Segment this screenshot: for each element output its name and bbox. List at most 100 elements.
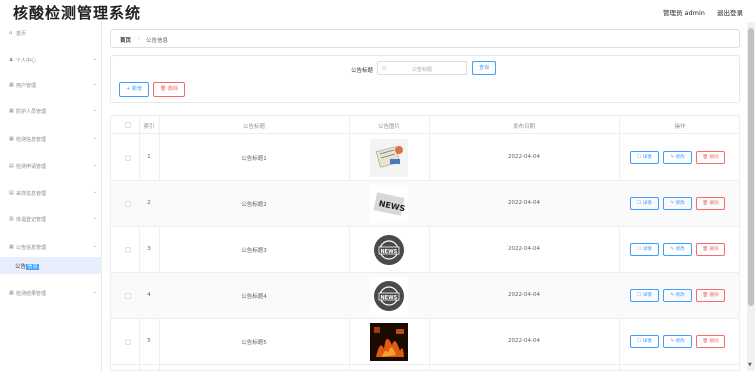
delete-label: 删除 [709,339,719,344]
sidebar-item-label: 用户管理 [16,83,37,89]
edit-label: 修改 [675,339,685,344]
home-icon: ⌂ [9,30,13,36]
sidebar-item-6[interactable]: ▤ 采样信息管理 ⌄ [0,186,102,200]
detail-icon: ☐ [637,201,642,206]
chevron-down-icon: ⌄ [93,56,98,62]
news-clipboard-image [370,139,408,177]
edit-icon: ✎ [670,293,675,298]
detail-label: 详情 [642,155,652,160]
edit-button[interactable]: ✎ 修改 [663,243,692,256]
page-scrollbar[interactable]: ▼ [747,22,755,371]
batch-delete-button[interactable]: 🗑 删除 [153,82,185,97]
detail-icon: ☐ [637,247,642,252]
sidebar-item-4[interactable]: ▦ 检测信息管理 ⌄ [0,132,102,146]
edit-icon: ✎ [670,247,675,252]
select-all-checkbox[interactable] [125,122,131,128]
delete-label: 删除 [709,201,719,206]
chevron-down-icon: ⌄ [93,289,98,295]
detail-label: 详情 [642,201,652,206]
table-row: 2 公告标题2 NEWS 2022-04-04 ☐ 详情 ✎ 修改 🗑 删除 [111,181,739,227]
sidebar-item-0[interactable]: ⌂ 首页 [0,26,102,40]
table-row: 4 公告标题4 NEWS 2022-04-04 ☐ 详情 ✎ 修改 🗑 删除 [111,273,739,319]
sidebar-item-1[interactable]: ♟ 个人中心 ⌄ [0,53,102,67]
sidebar-item-label: 防护人员管理 [16,109,47,115]
edit-label: 修改 [675,201,685,206]
sidebar-item-7[interactable]: ▥ 体温登记管理 ⌄ [0,212,102,226]
row-checkbox[interactable] [125,293,131,299]
sidebar-item-label: 公告信息管理 [16,245,47,251]
table-header: 索引 公告标题 公告图片 发布日期 操作 [111,116,739,134]
batch-delete-label: 删除 [167,86,178,92]
logout-link[interactable]: 退出登录 [717,9,743,17]
edit-button[interactable]: ✎ 修改 [663,289,692,302]
submenu-label-prefix: 公告 [15,264,27,270]
user-name: 管理员 admin [662,9,705,17]
trash-icon: 🗑 [702,201,709,206]
header-image: 公告图片 [377,124,400,130]
row-title: 公告标题2 [241,202,267,208]
row-index: 1 [147,154,151,160]
submenu-notice-info[interactable]: 公告信息 [0,257,102,274]
grid-icon: ▦ [9,136,14,142]
search-placeholder: 公告标题 [412,67,433,73]
trash-icon: 🗑 [702,155,709,160]
delete-label: 删除 [709,155,719,160]
delete-button[interactable]: 🗑 删除 [696,289,725,302]
news-globe-image: NEWS [370,277,408,315]
sidebar-item-8[interactable]: ▦ 公告信息管理 ⌄ [0,240,102,254]
detail-button[interactable]: ☐ 详情 [630,289,659,302]
delete-button[interactable]: 🗑 删除 [696,243,725,256]
scroll-thumb[interactable] [748,28,754,306]
delete-button[interactable]: 🗑 删除 [696,197,725,210]
sidebar-item-9[interactable]: ▦ 检测结果管理 ⌄ [0,286,102,300]
row-checkbox[interactable] [125,247,131,253]
edit-label: 修改 [675,155,685,160]
detail-label: 详情 [642,293,652,298]
row-checkbox[interactable] [125,155,131,161]
sidebar-item-label: 检测申请管理 [16,164,47,170]
query-button[interactable]: 查询 [472,61,496,75]
trash-icon: 🗑 [702,247,709,252]
table-row: 1 公告标题1 2022-04-04 ☐ 详情 ✎ 修改 🗑 删除 [111,135,739,181]
delete-label: 删除 [709,247,719,252]
row-date: 2022-04-04 [508,154,540,160]
sidebar-item-3[interactable]: ▦ 防护人员管理 ⌄ [0,104,102,118]
row-checkbox[interactable] [125,201,131,207]
breadcrumb-home[interactable]: 首页 [120,36,131,44]
sidebar-item-label: 体温登记管理 [16,217,47,223]
delete-button[interactable]: 🗑 删除 [696,151,725,164]
trash-icon: 🗑 [702,339,709,344]
scroll-down-arrow-icon[interactable]: ▼ [748,362,752,368]
edit-button[interactable]: ✎ 修改 [663,335,692,348]
detail-label: 详情 [642,339,652,344]
row-title: 公告标题1 [241,156,267,162]
sidebar-item-label: 首页 [16,31,27,37]
app-title: 核酸检测管理系统 [13,4,142,22]
search-input[interactable]: ○ 公告标题 [377,61,467,75]
chart-icon: ▥ [9,216,14,222]
detail-button[interactable]: ☐ 详情 [630,151,659,164]
trash-icon: 🗑 [702,293,709,298]
detail-button[interactable]: ☐ 详情 [630,243,659,256]
delete-button[interactable]: 🗑 删除 [696,335,725,348]
edit-button[interactable]: ✎ 修改 [663,151,692,164]
detail-icon: ☐ [637,339,642,344]
svg-text:NEWS: NEWS [381,295,398,301]
grid-icon: ▦ [9,82,14,88]
sidebar-item-5[interactable]: ▤ 检测申请管理 ⌄ [0,159,102,173]
main-content: 首页 / 公告信息 公告标题 ○ 公告标题 查询 + 新增 🗑 删除 索引 公告… [102,22,747,371]
sidebar-item-label: 检测信息管理 [16,137,47,143]
delete-label: 删除 [709,293,719,298]
detail-label: 详情 [642,247,652,252]
row-date: 2022-04-04 [508,246,540,252]
add-button[interactable]: + 新增 [119,82,149,97]
chevron-down-icon: ⌄ [93,107,98,113]
detail-button[interactable]: ☐ 详情 [630,197,659,210]
row-checkbox[interactable] [125,339,131,345]
edit-button[interactable]: ✎ 修改 [663,197,692,210]
chevron-down-icon: ⌄ [93,189,98,195]
sidebar-item-2[interactable]: ▦ 用户管理 ⌄ [0,78,102,92]
detail-button[interactable]: ☐ 详情 [630,335,659,348]
chevron-down-icon: ⌄ [93,215,98,221]
user-icon: ♟ [9,57,14,63]
